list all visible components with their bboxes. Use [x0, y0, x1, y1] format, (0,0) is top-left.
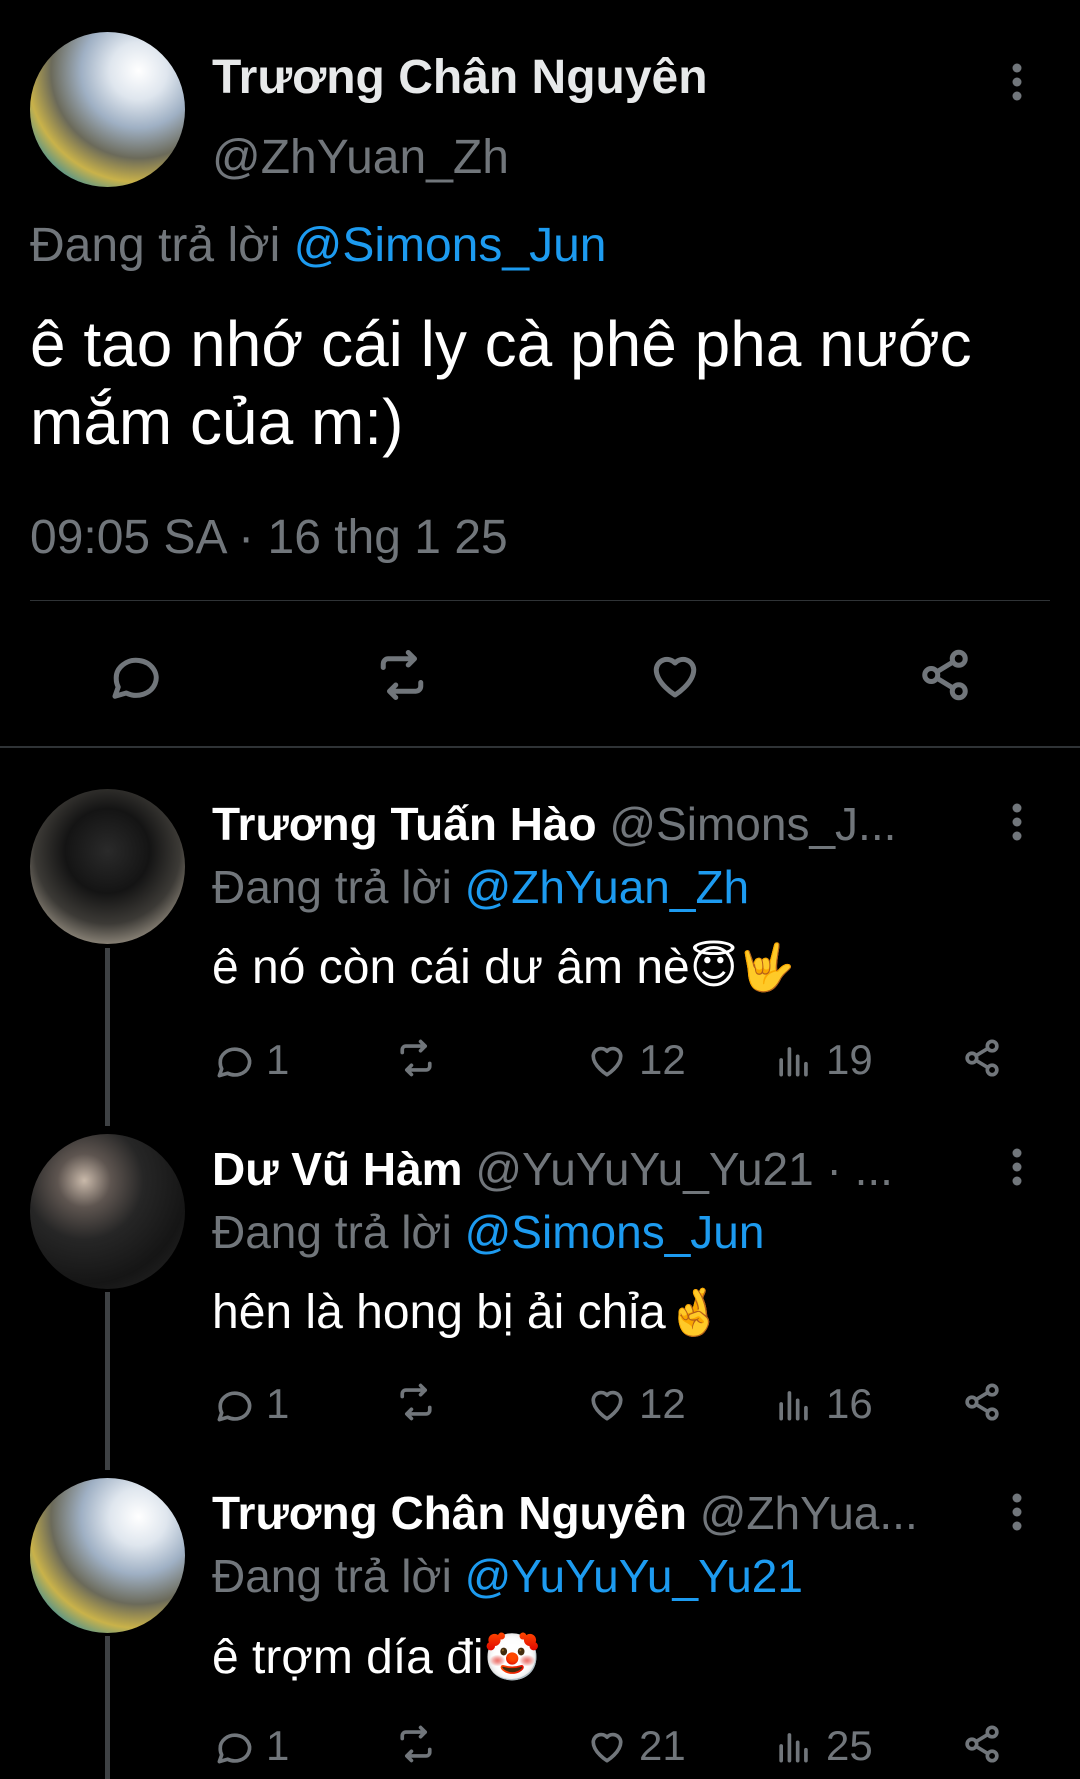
reply-header: Trương Chân Nguyên @ZhYua...: [212, 1486, 1002, 1540]
reply-button[interactable]: 1: [212, 1722, 289, 1770]
reply-emojis: 🤞: [665, 1285, 723, 1339]
more-options-icon[interactable]: [1005, 1145, 1029, 1189]
reply-count: 1: [266, 1722, 290, 1769]
reply-author-avatar[interactable]: [30, 1134, 185, 1289]
reply-author-handle[interactable]: @Simons_J...: [609, 798, 896, 850]
retweet-icon: [400, 1039, 432, 1077]
reply-action-bar: 1 12 16: [212, 1380, 1012, 1430]
main-tweet-text: ê tao nhớ cái ly cà phê pha nước mắm của…: [30, 308, 972, 458]
like-button[interactable]: 12: [585, 1036, 686, 1084]
reply-icon[interactable]: [105, 645, 165, 705]
retweet-icon[interactable]: [372, 645, 432, 705]
reply-emojis: 🤡: [483, 1630, 541, 1684]
reply-button[interactable]: 1: [212, 1036, 289, 1084]
reply-author-handle[interactable]: @YuYuYu_Yu21 · ...: [475, 1143, 893, 1195]
like-icon[interactable]: [645, 645, 705, 705]
reply-icon: [217, 1391, 252, 1422]
retweet-icon: [400, 1725, 432, 1763]
reply-author-name[interactable]: Trương Chân Nguyên: [212, 1487, 687, 1539]
reply-context: Đang trả lời @ZhYuan_Zh: [212, 860, 749, 914]
main-author-name[interactable]: Trương Chân Nguyên: [212, 50, 708, 105]
retweet-button[interactable]: [394, 1380, 438, 1424]
reply-author-avatar[interactable]: [30, 1478, 185, 1633]
reply-prefix: Đang trả lời: [212, 1550, 452, 1602]
more-options-icon[interactable]: [1005, 800, 1029, 844]
view-count: 16: [826, 1380, 873, 1427]
view-count: 19: [826, 1036, 873, 1083]
like-count: 21: [639, 1722, 686, 1769]
share-button[interactable]: [960, 1036, 1004, 1080]
like-button[interactable]: 12: [585, 1380, 686, 1428]
reply-emojis: 😇🤟: [689, 940, 795, 994]
reply-text: ê nó còn cái dư âm nè😇🤟: [212, 940, 795, 995]
reply-text: hên là hong bị ải chỉa🤞: [212, 1285, 723, 1340]
views-icon: [779, 1047, 808, 1077]
reply-context: Đang trả lời @Simons_Jun: [212, 1205, 764, 1259]
reply-text-body: ê nó còn cái dư âm nè: [212, 941, 690, 994]
view-count: 25: [826, 1722, 873, 1769]
reply-mention-link[interactable]: @Simons_Jun: [294, 219, 607, 272]
more-options-icon[interactable]: [1005, 60, 1029, 104]
like-button[interactable]: 21: [585, 1722, 686, 1770]
main-tweet-timestamp[interactable]: 09:05 SA · 16 thg 1 25: [30, 510, 508, 565]
reply-mention-link[interactable]: @ZhYuan_Zh: [465, 861, 750, 913]
reply-prefix: Đang trả lời: [30, 219, 281, 272]
reply-mention-link[interactable]: @Simons_Jun: [465, 1206, 765, 1258]
section-divider: [0, 746, 1080, 748]
share-button[interactable]: [960, 1722, 1004, 1766]
share-icon: [965, 1725, 999, 1763]
retweet-icon: [400, 1383, 432, 1421]
reply-mention-link[interactable]: @YuYuYu_Yu21: [465, 1550, 803, 1602]
tweet-thread-page: Trương Chân Nguyên @ZhYuan_Zh Đang trả l…: [0, 0, 1080, 1779]
views-button[interactable]: 19: [772, 1036, 873, 1084]
main-reply-context: Đang trả lời @Simons_Jun: [30, 218, 606, 273]
views-button[interactable]: 25: [772, 1722, 873, 1770]
like-count: 12: [639, 1036, 686, 1083]
reply-header: Trương Tuấn Hào @Simons_J...: [212, 797, 1002, 851]
reply-author-avatar[interactable]: [30, 789, 185, 944]
views-icon: [779, 1391, 808, 1421]
share-icon: [965, 1383, 999, 1421]
views-icon: [779, 1733, 808, 1763]
like-icon: [591, 1046, 623, 1077]
share-icon[interactable]: [915, 645, 975, 705]
reply-author-name[interactable]: Dư Vũ Hàm: [212, 1143, 463, 1195]
reply-context: Đang trả lời @YuYuYu_Yu21: [212, 1549, 803, 1603]
reply-icon: [217, 1733, 252, 1764]
reply-text: ê trợm día đi🤡: [212, 1630, 541, 1685]
reply-text-body: hên là hong bị ải chỉa: [212, 1286, 666, 1339]
more-options-icon[interactable]: [1005, 1490, 1029, 1534]
reply-action-bar: 1 12 19: [212, 1036, 1012, 1086]
like-icon: [591, 1732, 623, 1763]
reply-author-name[interactable]: Trương Tuấn Hào: [212, 798, 597, 850]
divider: [30, 600, 1050, 601]
retweet-button[interactable]: [394, 1036, 438, 1080]
main-author-avatar[interactable]: [30, 32, 185, 187]
thread-connector-line: [105, 1636, 110, 1779]
views-button[interactable]: 16: [772, 1380, 873, 1428]
reply-button[interactable]: 1: [212, 1380, 289, 1428]
retweet-button[interactable]: [394, 1722, 438, 1766]
share-icon: [965, 1039, 999, 1077]
reply-author-handle[interactable]: @ZhYua...: [700, 1487, 918, 1539]
reply-count: 1: [266, 1036, 290, 1083]
reply-prefix: Đang trả lời: [212, 1206, 452, 1258]
main-author-handle[interactable]: @ZhYuan_Zh: [212, 130, 509, 185]
reply-action-bar: 1 21 25: [212, 1722, 1012, 1772]
like-count: 12: [639, 1380, 686, 1427]
thread-connector-line: [105, 948, 110, 1126]
reply-prefix: Đang trả lời: [212, 861, 452, 913]
share-button[interactable]: [960, 1380, 1004, 1424]
like-icon: [591, 1390, 623, 1421]
reply-count: 1: [266, 1380, 290, 1427]
reply-icon: [217, 1047, 252, 1078]
reply-text-body: ê trợm día đi: [212, 1631, 484, 1684]
thread-connector-line: [105, 1292, 110, 1470]
reply-header: Dư Vũ Hàm @YuYuYu_Yu21 · ...: [212, 1142, 1002, 1196]
